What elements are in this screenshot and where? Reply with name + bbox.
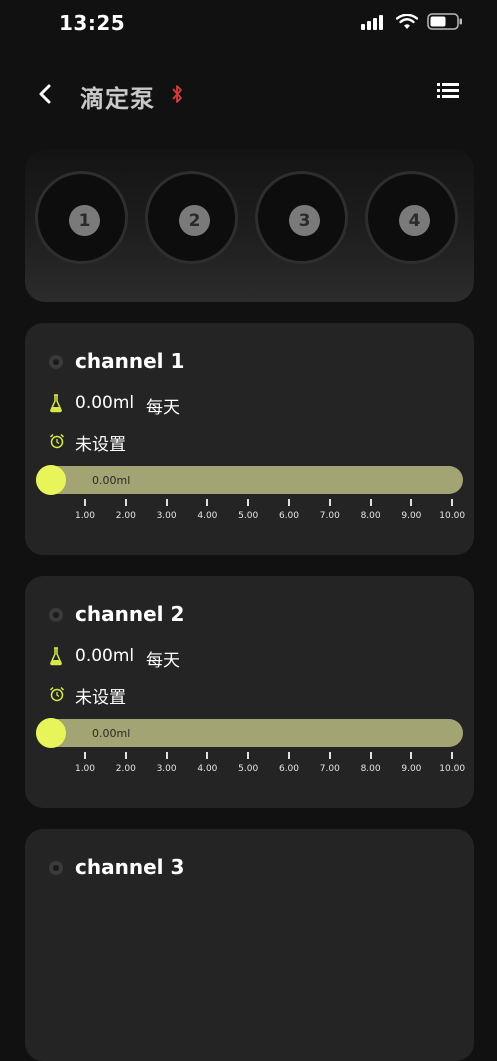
scale-tick-label: 9.00 <box>401 511 422 521</box>
scale-tick-label: 6.00 <box>278 764 300 774</box>
bluetooth-icon[interactable] <box>170 84 184 104</box>
scale-tick <box>451 499 454 506</box>
dose-slider[interactable]: 0.00ml <box>36 718 463 748</box>
dose-volume: 0.00ml <box>75 646 135 666</box>
scale-tick <box>84 752 86 759</box>
channel-card-2[interactable]: channel 2 0.00ml 每天 未设置 0.00ml 1.00 2.00 3… <box>25 576 474 808</box>
slider-scale: 1.00 2.00 3.00 4.00 5.00 6.00 7.00 8.00 9.00 10.0… <box>25 752 474 782</box>
back-icon[interactable] <box>34 82 58 106</box>
pump-button-2[interactable]: 2 <box>145 171 238 264</box>
slider-thumb[interactable] <box>36 465 66 495</box>
scale-tick-label: 4.00 <box>197 511 218 521</box>
scale-tick-label: 4.00 <box>197 764 218 774</box>
scale-tick <box>165 752 168 759</box>
scale-tick-label: 9.00 <box>401 764 422 774</box>
wifi-icon <box>396 13 418 29</box>
menu-list-icon[interactable] <box>436 80 460 100</box>
status-time: 13:25 <box>59 11 126 35</box>
channel-title: channel 3 <box>75 855 185 879</box>
scale-tick <box>206 752 209 759</box>
scale-tick <box>84 499 86 506</box>
channel-title: channel 2 <box>75 602 185 626</box>
pump-button-3[interactable]: 3 <box>255 171 348 264</box>
channel-status-dot <box>49 608 63 622</box>
scale-tick-label: 7.00 <box>319 764 340 774</box>
scale-tick-label: 5.00 <box>238 511 259 521</box>
scale-tick-label: 1.00 <box>74 764 96 774</box>
scale-tick <box>328 752 331 759</box>
dose-slider[interactable]: 0.00ml <box>36 465 463 495</box>
scale-tick <box>288 499 290 506</box>
scale-tick <box>410 752 413 759</box>
channel-status-dot <box>49 355 63 369</box>
status-bar: 13:25 <box>0 0 497 48</box>
scale-tick <box>369 499 372 506</box>
slider-thumb[interactable] <box>36 718 66 748</box>
pump-number: 1 <box>69 205 100 236</box>
pump-button-4[interactable]: 4 <box>365 171 458 264</box>
pump-button-1[interactable]: 1 <box>35 171 128 264</box>
scale-tick <box>165 499 168 506</box>
scale-tick <box>328 499 331 506</box>
dose-frequency: 每天 <box>146 651 180 671</box>
slider-scale: 1.00 2.00 3.00 4.00 5.00 6.00 7.00 8.00 9.00 10.0… <box>25 499 474 529</box>
dose-frequency: 每天 <box>146 398 180 418</box>
alarm-clock-icon <box>49 686 65 702</box>
flask-icon <box>50 647 62 666</box>
scale-tick-label: 3.00 <box>156 764 177 774</box>
scale-tick <box>247 499 250 506</box>
pump-number: 2 <box>179 205 210 236</box>
pump-number: 3 <box>289 205 320 236</box>
status-icons <box>361 13 463 30</box>
scale-tick <box>247 752 250 759</box>
alarm-clock-icon <box>49 433 65 449</box>
scale-tick <box>369 752 372 759</box>
scale-tick-label: 8.00 <box>360 511 381 521</box>
channel-title: channel 1 <box>75 349 185 373</box>
schedule-status: 未设置 <box>75 688 126 708</box>
battery-icon <box>427 13 462 30</box>
flask-icon <box>50 394 62 413</box>
channel-card-3[interactable]: channel 3 <box>25 829 474 1061</box>
scale-tick <box>451 752 454 759</box>
scale-tick-label: 6.00 <box>278 511 300 521</box>
dose-volume: 0.00ml <box>75 393 135 413</box>
scale-tick-label: 5.00 <box>238 764 259 774</box>
scale-tick <box>124 499 127 506</box>
scale-tick <box>288 752 290 759</box>
scale-tick-label: 7.00 <box>319 511 340 521</box>
scale-tick-label: 2.00 <box>115 511 136 521</box>
channel-card-1[interactable]: channel 1 0.00ml 每天 未设置 0.00ml 1.00 2.00 3… <box>25 323 474 555</box>
scale-tick-label: 3.00 <box>156 511 177 521</box>
schedule-status: 未设置 <box>75 435 126 455</box>
slider-value: 0.00ml <box>92 727 131 740</box>
page-title: 滴定泵 <box>80 85 155 113</box>
scale-tick <box>410 499 413 506</box>
pump-selector: 1 2 3 4 <box>25 150 474 302</box>
pump-number: 4 <box>399 205 430 236</box>
signal-icon <box>361 14 383 30</box>
scale-tick-label: 10.00 <box>439 764 466 774</box>
slider-value: 0.00ml <box>92 474 131 487</box>
scale-tick-label: 8.00 <box>360 764 381 774</box>
channel-status-dot <box>49 861 63 875</box>
scale-tick <box>206 499 209 506</box>
nav-bar: 滴定泵 <box>0 70 497 120</box>
scale-tick-label: 1.00 <box>74 511 96 521</box>
scale-tick-label: 2.00 <box>115 764 136 774</box>
scale-tick-label: 10.00 <box>439 511 466 521</box>
scale-tick <box>124 752 127 759</box>
